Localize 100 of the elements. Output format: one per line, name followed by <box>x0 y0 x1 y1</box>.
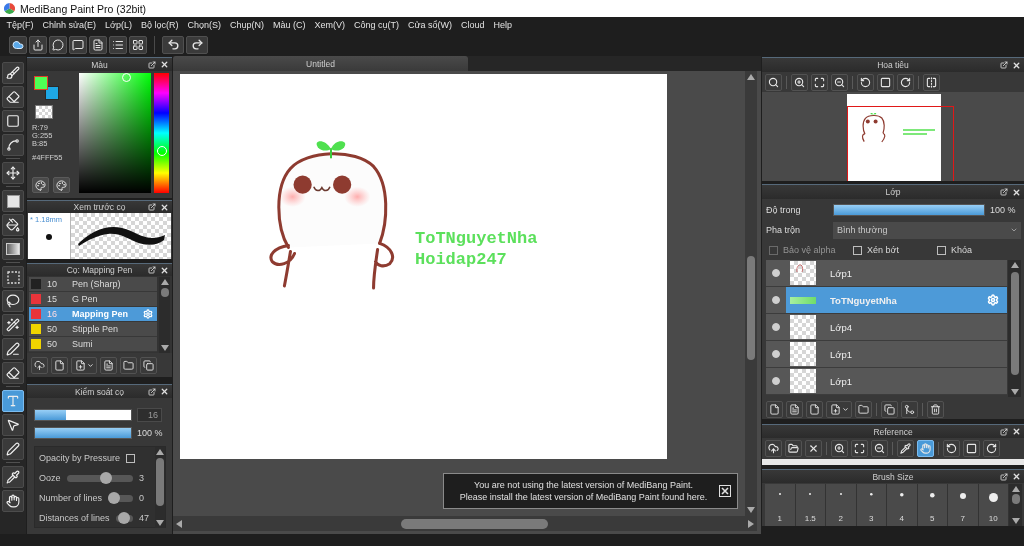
close-icon[interactable] <box>1012 427 1021 436</box>
scroll-down-icon[interactable] <box>160 345 169 351</box>
rotate-left-button[interactable] <box>857 73 874 91</box>
brush-size-option[interactable]: 4 <box>887 484 918 526</box>
menu-item[interactable]: Lớp(L) <box>100 18 137 32</box>
brush-item[interactable]: 10 Pen (Sharp) <box>29 277 157 292</box>
popout-icon[interactable] <box>1000 427 1008 436</box>
zoom-in-button[interactable] <box>831 440 848 457</box>
scroll-right-icon[interactable] <box>748 519 754 528</box>
hand-tool[interactable] <box>2 490 24 512</box>
scrollbar-thumb[interactable] <box>1011 494 1020 504</box>
zoom-out-button[interactable] <box>831 73 848 91</box>
scroll-up-icon[interactable] <box>156 449 164 455</box>
add-brush-button[interactable] <box>71 356 97 374</box>
popout-icon[interactable] <box>1000 188 1008 196</box>
rotate-right-button[interactable] <box>983 440 1000 457</box>
eraser-tool[interactable] <box>2 86 24 108</box>
zoom-in-button[interactable] <box>791 73 808 91</box>
layer-item[interactable]: Lớp1 <box>766 368 1007 395</box>
visibility-toggle[interactable] <box>772 323 780 331</box>
menu-item[interactable]: Tệp(F) <box>2 18 38 32</box>
brush-settings-button[interactable] <box>100 356 117 374</box>
new-1bit-layer-button[interactable] <box>806 400 823 418</box>
menu-item[interactable]: Chọn(S) <box>183 18 226 32</box>
brush-size-option[interactable]: 1.5 <box>795 484 826 526</box>
magic-wand-tool[interactable] <box>2 314 24 336</box>
brush-size-option[interactable]: 1 <box>765 484 796 526</box>
popout-icon[interactable] <box>1000 61 1008 69</box>
fit-button[interactable] <box>811 73 828 91</box>
rotate-right-button[interactable] <box>897 73 914 91</box>
scrollbar[interactable] <box>1008 260 1021 397</box>
merge-button[interactable] <box>901 400 918 418</box>
hue-slider[interactable] <box>154 73 169 193</box>
speech-bubble-button[interactable] <box>49 35 67 54</box>
new-halftone-layer-button[interactable] <box>786 400 803 418</box>
scrollbar[interactable] <box>1009 484 1022 526</box>
add-layer-button[interactable] <box>826 400 852 418</box>
foreground-color-swatch[interactable] <box>34 76 48 90</box>
grid-button[interactable] <box>129 35 147 54</box>
popout-icon[interactable] <box>148 60 156 69</box>
layer-item[interactable]: Lớp1 <box>766 341 1007 368</box>
brush-size-option[interactable]: 10 <box>978 484 1009 526</box>
list-button[interactable] <box>109 35 127 54</box>
filled-square-tool[interactable] <box>2 190 24 212</box>
viewport-frame[interactable] <box>847 106 954 181</box>
lasso-tool[interactable] <box>2 290 24 312</box>
pencil-tool[interactable] <box>2 338 24 360</box>
square-button[interactable] <box>877 73 894 91</box>
opacity-slider[interactable] <box>34 426 132 439</box>
close-icon[interactable] <box>1012 472 1021 481</box>
visibility-toggle[interactable] <box>772 377 780 385</box>
popout-icon[interactable] <box>148 266 156 274</box>
slider-track[interactable] <box>115 514 133 522</box>
menu-item[interactable]: Cửa sổ(W) <box>403 18 457 32</box>
zoom-out-button[interactable] <box>871 440 888 457</box>
duplicate-button[interactable] <box>140 356 157 374</box>
cloud-upload-button[interactable] <box>31 356 48 374</box>
palette-button[interactable] <box>32 177 49 193</box>
scrollbar[interactable] <box>159 277 170 353</box>
size-input[interactable]: 16 <box>137 407 162 422</box>
menu-item[interactable]: Cloud <box>456 18 490 32</box>
eyedropper-button[interactable] <box>897 440 914 457</box>
vertical-scrollbar[interactable] <box>745 71 757 516</box>
rotate-left-button[interactable] <box>943 440 960 457</box>
brush-size-option[interactable]: 3 <box>856 484 887 526</box>
checkbox[interactable] <box>937 245 946 255</box>
square-button[interactable] <box>963 440 980 457</box>
move-tool[interactable] <box>2 162 24 184</box>
brush-size-option[interactable]: 5 <box>917 484 948 526</box>
popout-icon[interactable] <box>1000 472 1008 481</box>
rectangle-tool[interactable] <box>2 110 24 132</box>
pen-tool[interactable] <box>2 438 24 460</box>
cloud-button[interactable] <box>9 35 27 54</box>
scroll-down-icon[interactable] <box>747 507 755 513</box>
brush-item[interactable]: 50 Sumi <box>29 337 157 352</box>
menu-item[interactable]: Xem(V) <box>310 18 350 32</box>
brush-size-option[interactable]: 7 <box>948 484 979 526</box>
scrollbar[interactable] <box>155 447 165 528</box>
folder-button[interactable] <box>785 440 802 457</box>
brush-size-option[interactable]: 2 <box>826 484 857 526</box>
scrollbar-thumb[interactable] <box>747 256 755 360</box>
background-color-swatch[interactable] <box>45 86 59 100</box>
popout-icon[interactable] <box>148 203 156 211</box>
layer-opacity-slider[interactable] <box>833 204 985 216</box>
menu-item[interactable]: Công cụ(T) <box>349 18 404 32</box>
scroll-up-icon[interactable] <box>1011 486 1020 492</box>
dashed-rectangle-tool[interactable] <box>2 266 24 288</box>
slider-thumb[interactable] <box>108 491 121 504</box>
scroll-up-icon[interactable] <box>1010 262 1019 268</box>
gradient-tool[interactable] <box>2 238 24 260</box>
new-brush-button[interactable] <box>51 356 68 374</box>
checkbox[interactable] <box>853 245 862 255</box>
close-icon[interactable] <box>160 202 169 212</box>
polyline-tool[interactable] <box>2 134 24 156</box>
blend-mode-select[interactable]: Bình thường <box>833 221 1021 239</box>
cloud-upload-button[interactable] <box>765 440 782 457</box>
menu-item[interactable]: Màu (C) <box>268 18 311 32</box>
slider-thumb[interactable] <box>118 511 131 524</box>
close-icon[interactable] <box>160 60 169 69</box>
eraser-tool[interactable] <box>2 362 24 384</box>
